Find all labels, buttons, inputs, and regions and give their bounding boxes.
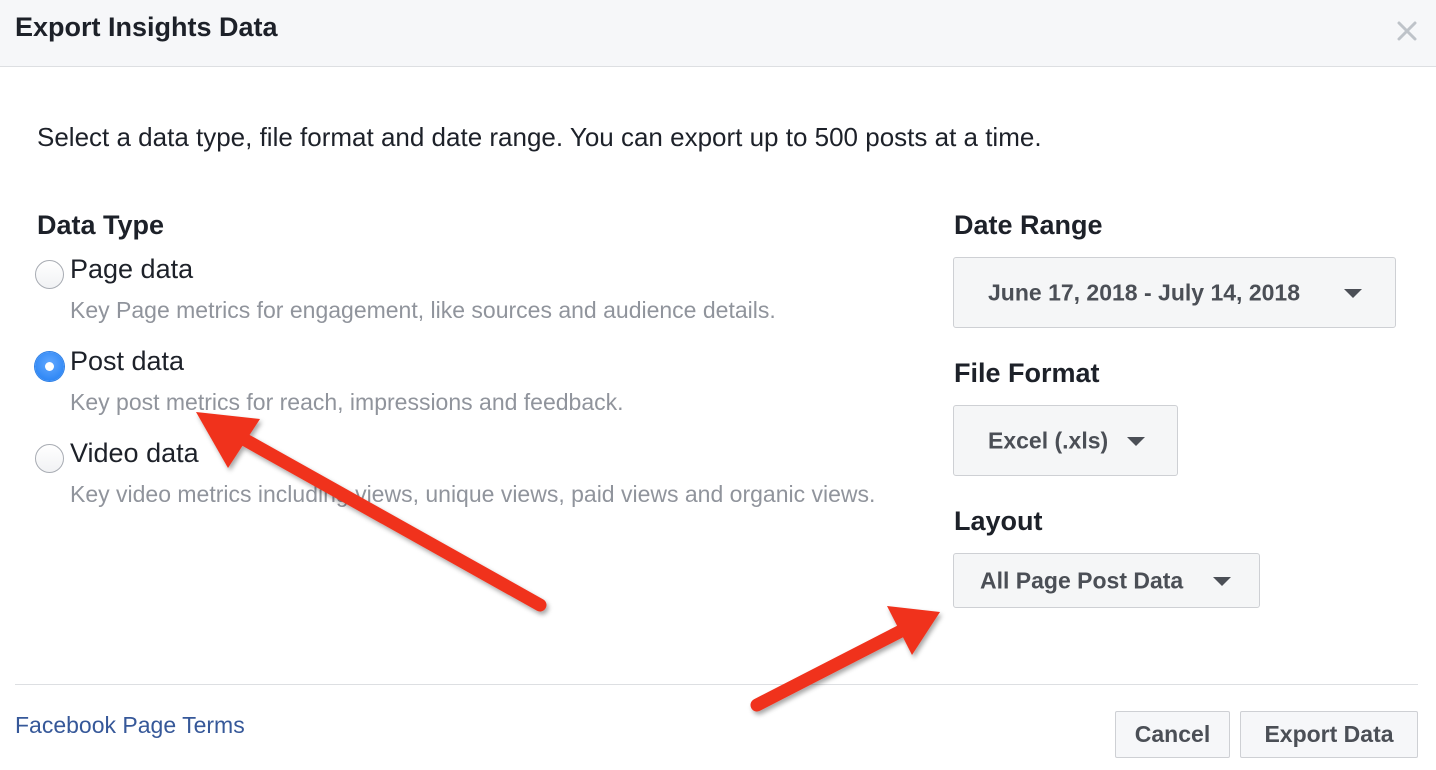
dialog-title: Export Insights Data: [15, 12, 278, 42]
option-description: Key Page metrics for engagement, like so…: [70, 297, 776, 323]
file-format-value: Excel (.xls): [988, 427, 1109, 453]
close-button[interactable]: [1390, 14, 1424, 48]
option-description: Key video metrics including views, uniqu…: [70, 481, 876, 507]
file-format-dropdown[interactable]: Excel (.xls): [953, 405, 1178, 476]
option-label: Video data: [70, 438, 199, 468]
data-type-heading: Data Type: [37, 210, 165, 240]
layout-heading: Layout: [954, 506, 1043, 536]
chevron-down-icon: [1127, 436, 1145, 446]
option-label: Page data: [70, 254, 194, 284]
option-description: Key post metrics for reach, impressions …: [70, 389, 624, 415]
radio-video-data[interactable]: [35, 444, 64, 473]
facebook-page-terms-link[interactable]: Facebook Page Terms: [15, 712, 245, 739]
annotation-arrow-layout: [750, 606, 940, 712]
chevron-down-icon: [1213, 576, 1231, 586]
radio-post-data[interactable]: [35, 352, 64, 381]
file-format-heading: File Format: [954, 358, 1100, 388]
layout-dropdown[interactable]: All Page Post Data: [953, 553, 1260, 608]
footer-divider: [15, 684, 1418, 685]
option-label: Post data: [70, 346, 185, 376]
date-range-dropdown[interactable]: June 17, 2018 - July 14, 2018: [953, 257, 1396, 328]
chevron-down-icon: [1344, 288, 1362, 298]
radio-page-data[interactable]: [35, 260, 64, 289]
layout-value: All Page Post Data: [980, 567, 1184, 593]
export-data-button[interactable]: Export Data: [1240, 711, 1418, 758]
close-icon: [1397, 21, 1417, 41]
dialog-header: Export Insights Data: [0, 0, 1436, 67]
date-range-value: June 17, 2018 - July 14, 2018: [988, 279, 1300, 305]
intro-text: Select a data type, file format and date…: [37, 122, 1042, 152]
date-range-heading: Date Range: [954, 210, 1103, 240]
cancel-button[interactable]: Cancel: [1115, 711, 1230, 758]
